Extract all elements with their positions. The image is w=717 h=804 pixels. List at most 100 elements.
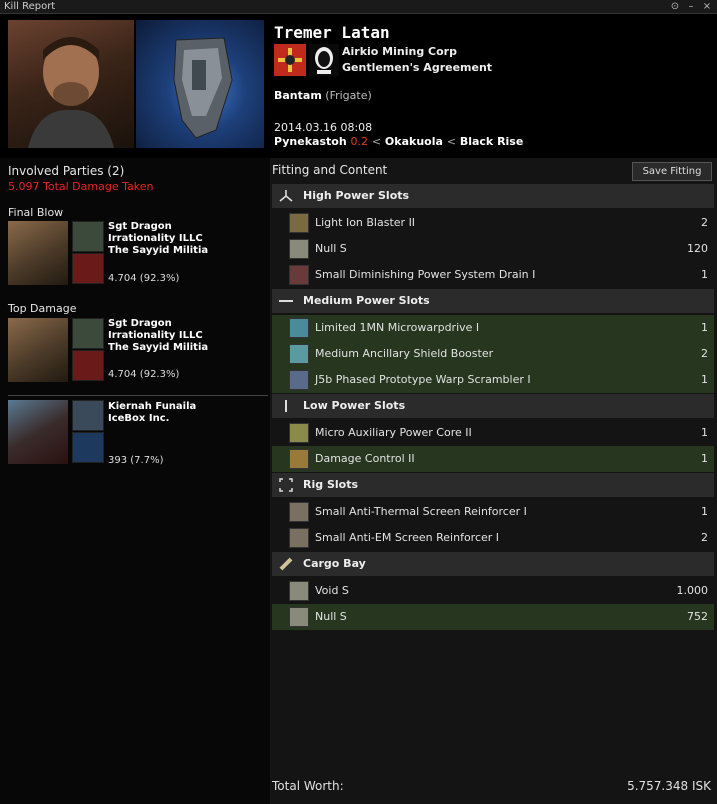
item-name: Null S — [315, 242, 347, 255]
involved-parties-header: Involved Parties (2) — [8, 164, 125, 178]
window-titlebar: Kill Report ⊙ – × — [0, 0, 717, 14]
item-quantity: 1.000 — [676, 584, 709, 597]
power-core-icon — [289, 423, 309, 443]
section-label: Low Power Slots — [303, 399, 406, 412]
ship-render-image[interactable] — [136, 20, 264, 148]
fitting-item[interactable]: Micro Auxiliary Power Core II 1 — [272, 420, 714, 446]
shield-booster-icon — [289, 344, 309, 364]
attacker-corp[interactable]: Irrationality ILLC — [108, 330, 208, 342]
pin-icon[interactable]: ⊙ — [668, 0, 682, 14]
rig-icon — [289, 528, 309, 548]
slot-section-high[interactable]: High Power Slots — [272, 184, 714, 208]
blaster-icon — [289, 213, 309, 233]
ammo-icon — [289, 239, 309, 259]
attacker-weapon-icon[interactable] — [72, 253, 104, 284]
location-separator: < — [446, 135, 456, 148]
alliance-logo[interactable] — [309, 44, 339, 76]
fitting-header: Fitting and Content — [272, 163, 388, 177]
slot-section-cargo[interactable]: Cargo Bay — [272, 552, 714, 576]
attacker-ship-icon[interactable] — [72, 318, 104, 349]
fitting-item[interactable]: Null S 120 — [272, 236, 714, 262]
save-fitting-button[interactable]: Save Fitting — [632, 162, 712, 181]
damage-control-icon — [289, 449, 309, 469]
item-quantity: 1 — [701, 373, 708, 386]
rig-slot-icon — [278, 477, 294, 493]
attacker-ship-icon[interactable] — [72, 400, 104, 431]
item-name: Limited 1MN Microwarpdrive I — [315, 321, 480, 334]
constellation-name[interactable]: Okakuola — [385, 135, 443, 148]
divider — [8, 395, 268, 396]
ammo-icon — [289, 581, 309, 601]
kill-datetime: 2014.03.16 08:08 — [274, 121, 373, 134]
fitting-item[interactable]: Damage Control II 1 — [272, 446, 714, 472]
top-damage-label: Top Damage — [8, 302, 77, 315]
security-status: 0.2 — [350, 135, 369, 148]
attacker-portrait[interactable] — [8, 318, 68, 382]
attacker-alliance[interactable]: The Sayyid Militia — [108, 342, 208, 354]
item-quantity: 752 — [687, 610, 708, 623]
minimize-icon[interactable]: – — [684, 0, 698, 14]
item-quantity: 1 — [701, 505, 708, 518]
high-slot-icon — [278, 188, 294, 204]
rig-icon — [289, 502, 309, 522]
total-worth-value: 5.757.348 ISK — [627, 779, 711, 793]
attacker-info: Kiernah Funaila IceBox Inc. — [108, 401, 196, 425]
fitting-item[interactable]: Void S 1.000 — [272, 578, 714, 604]
attacker-weapon-icon[interactable] — [72, 350, 104, 381]
ammo-icon — [289, 607, 309, 627]
item-name: Micro Auxiliary Power Core II — [315, 426, 472, 439]
fitting-item[interactable]: Small Anti-Thermal Screen Reinforcer I 1 — [272, 499, 714, 525]
fitting-item[interactable]: J5b Phased Prototype Warp Scrambler I 1 — [272, 367, 714, 393]
fitting-item[interactable]: Small Diminishing Power System Drain I 1 — [272, 262, 714, 288]
attacker-weapon-icon[interactable] — [72, 432, 104, 463]
item-name: J5b Phased Prototype Warp Scrambler I — [315, 373, 531, 386]
warp-scrambler-icon — [289, 370, 309, 390]
item-name: Damage Control II — [315, 452, 415, 465]
attacker-name[interactable]: Kiernah Funaila — [108, 401, 196, 413]
victim-corporation[interactable]: Airkio Mining Corp — [342, 45, 457, 58]
final-blow-label: Final Blow — [8, 206, 64, 219]
section-label: Cargo Bay — [303, 557, 366, 570]
fitting-item[interactable]: Light Ion Blaster II 2 — [272, 210, 714, 236]
attacker-portrait[interactable] — [8, 221, 68, 285]
victim-ship: Bantam (Frigate) — [274, 89, 372, 102]
fitting-item[interactable]: Medium Ancillary Shield Booster 2 — [272, 341, 714, 367]
section-label: High Power Slots — [303, 189, 410, 202]
microwarpdrive-icon — [289, 318, 309, 338]
attacker-name[interactable]: Sgt Dragon — [108, 318, 208, 330]
energy-drain-icon — [289, 265, 309, 285]
slot-section-low[interactable]: Low Power Slots — [272, 394, 714, 418]
attacker-ship-icon[interactable] — [72, 221, 104, 252]
attacker-corp[interactable]: Irrationality ILLC — [108, 233, 208, 245]
ship-name[interactable]: Bantam — [274, 89, 322, 102]
slot-section-rig[interactable]: Rig Slots — [272, 473, 714, 497]
slot-section-medium[interactable]: Medium Power Slots — [272, 289, 714, 313]
window-title: Kill Report — [4, 1, 56, 12]
victim-name[interactable]: Tremer Latan — [274, 23, 390, 42]
section-label: Medium Power Slots — [303, 294, 430, 307]
close-icon[interactable]: × — [700, 0, 714, 14]
item-quantity: 1 — [701, 268, 708, 281]
total-damage-taken: 5.097 Total Damage Taken — [8, 180, 154, 193]
fitting-item[interactable]: Limited 1MN Microwarpdrive I 1 — [272, 315, 714, 341]
fitting-item[interactable]: Small Anti-EM Screen Reinforcer I 2 — [272, 525, 714, 551]
attacker-alliance[interactable]: The Sayyid Militia — [108, 245, 208, 257]
attacker-portrait[interactable] — [8, 400, 68, 464]
item-quantity: 1 — [701, 321, 708, 334]
victim-alliance[interactable]: Gentlemen's Agreement — [342, 61, 492, 74]
kill-location: Pynekastoh 0.2 < Okakuola < Black Rise — [274, 135, 523, 148]
item-name: Light Ion Blaster II — [315, 216, 416, 229]
region-name[interactable]: Black Rise — [460, 135, 524, 148]
system-name[interactable]: Pynekastoh — [274, 135, 347, 148]
corporation-logo[interactable] — [274, 44, 306, 76]
mid-slot-icon — [278, 293, 294, 309]
victim-portrait[interactable] — [8, 20, 134, 148]
item-quantity: 1 — [701, 452, 708, 465]
item-name: Null S — [315, 610, 347, 623]
section-label: Rig Slots — [303, 478, 358, 491]
fitting-item[interactable]: Null S 752 — [272, 604, 714, 630]
attacker-name[interactable]: Sgt Dragon — [108, 221, 208, 233]
attacker-info: Sgt Dragon Irrationality ILLC The Sayyid… — [108, 318, 208, 354]
item-name: Small Anti-EM Screen Reinforcer I — [315, 531, 500, 544]
attacker-corp[interactable]: IceBox Inc. — [108, 413, 196, 425]
